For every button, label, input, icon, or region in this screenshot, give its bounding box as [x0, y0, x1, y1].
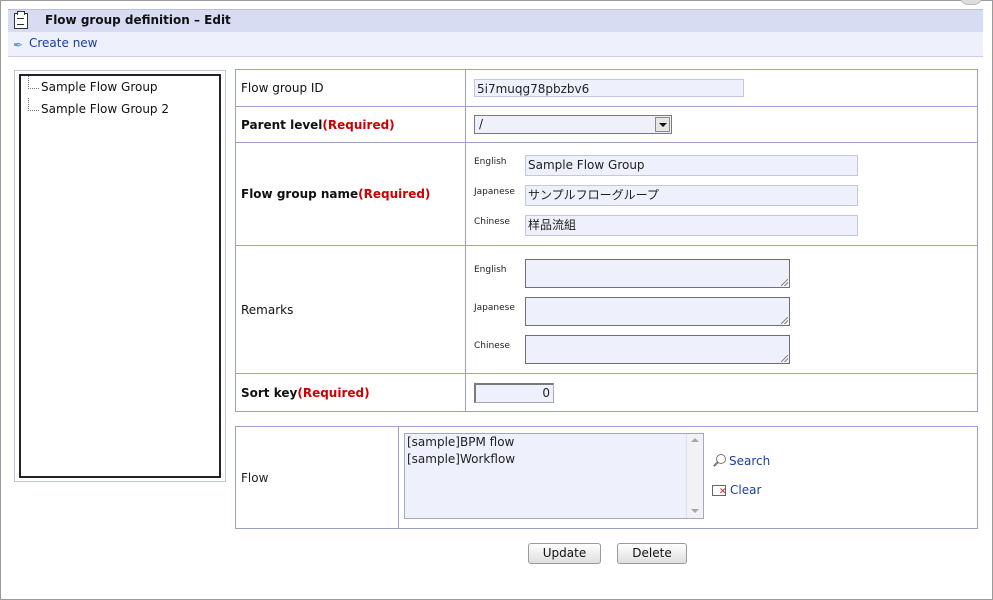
lang-label: English — [474, 264, 507, 275]
feather-icon: ✒ — [13, 38, 24, 52]
flow-group-form: Flow group ID 5i7muqg78pbzbv6 Parent lev… — [235, 69, 978, 412]
tree-item-label: Sample Flow Group 2 — [41, 102, 169, 116]
lang-label: Japanese — [474, 186, 515, 197]
sort-key-label-text: Sort key — [241, 385, 298, 400]
remarks-label-text: Remarks — [241, 302, 294, 317]
remarks-chinese-textarea[interactable] — [525, 334, 790, 364]
tree-list[interactable]: Sample Flow Group Sample Flow Group 2 — [19, 74, 221, 478]
lang-label: English — [474, 156, 507, 167]
lang-label: Chinese — [474, 216, 510, 227]
flow-section: Flow [sample]BPM flow [sample]Workflow S… — [235, 426, 978, 529]
clipboard-icon — [14, 11, 28, 29]
list-item[interactable]: [sample]Workflow — [405, 451, 703, 468]
sort-key-input[interactable]: 0 — [474, 382, 554, 403]
title-bar: Flow group definition – Edit — [8, 9, 983, 33]
name-japanese-row: Japanese サンプルフローグループ — [474, 181, 976, 211]
clear-icon — [712, 484, 727, 497]
tree-connector — [28, 98, 39, 111]
search-icon — [712, 454, 726, 468]
parent-level-label: Parent level(Required) — [235, 106, 466, 143]
name-japanese-field[interactable]: サンプルフローグループ — [525, 184, 858, 206]
delete-button[interactable]: Delete — [617, 543, 687, 564]
flow-group-id-label-text: Flow group ID — [241, 81, 324, 95]
flow-group-id-field[interactable]: 5i7muqg78pbzbv6 — [474, 79, 744, 97]
flow-group-id-label: Flow group ID — [235, 69, 466, 107]
scroll-knob[interactable] — [960, 0, 982, 5]
update-button[interactable]: Update — [528, 543, 601, 564]
name-chinese-field[interactable]: 样品流組 — [525, 214, 858, 236]
parent-level-select[interactable]: / — [474, 115, 672, 134]
remarks-japanese-textarea[interactable] — [525, 296, 790, 326]
tree-item[interactable]: Sample Flow Group — [21, 76, 219, 98]
toolbar: ✒ Create new — [8, 32, 983, 57]
remarks-label: Remarks — [235, 245, 466, 374]
tree-item[interactable]: Sample Flow Group 2 — [21, 98, 219, 120]
flow-group-name-label: Flow group name(Required) — [235, 142, 466, 246]
flow-listbox[interactable]: [sample]BPM flow [sample]Workflow — [404, 433, 704, 519]
required-marker: (Required) — [297, 385, 370, 400]
list-item[interactable]: [sample]BPM flow — [405, 434, 703, 451]
tree-item-label: Sample Flow Group — [41, 80, 158, 94]
scroll-up-icon[interactable] — [691, 438, 699, 442]
search-label: Search — [729, 454, 771, 468]
name-chinese-row: Chinese 样品流組 — [474, 211, 976, 241]
parent-level-value: / — [479, 117, 484, 131]
required-marker: (Required) — [322, 117, 395, 132]
name-english-row: English Sample Flow Group — [474, 151, 976, 181]
create-new-link[interactable]: ✒ Create new — [13, 36, 98, 51]
flow-label: Flow — [235, 426, 399, 529]
required-marker: (Required) — [358, 187, 431, 201]
lang-label: Chinese — [474, 340, 510, 351]
listbox-scrollbar[interactable] — [686, 434, 703, 518]
tree-connector — [28, 76, 39, 89]
scroll-down-icon[interactable] — [691, 509, 699, 513]
clear-button[interactable]: Clear — [712, 483, 761, 497]
name-english-field[interactable]: Sample Flow Group — [525, 154, 858, 176]
chevron-down-icon[interactable] — [655, 117, 670, 132]
create-new-label: Create new — [29, 36, 98, 50]
flow-label-text: Flow — [241, 470, 269, 485]
search-button[interactable]: Search — [712, 454, 770, 468]
parent-level-label-text: Parent level — [241, 117, 323, 132]
remarks-group: English Japanese Chinese — [474, 249, 976, 371]
flow-group-name-label-text: Flow group name — [241, 187, 359, 201]
page-title: Flow group definition – Edit — [45, 13, 231, 27]
tree-panel: Sample Flow Group Sample Flow Group 2 — [14, 70, 226, 482]
lang-label: Japanese — [474, 302, 515, 313]
clear-label: Clear — [730, 483, 762, 497]
remarks-english-textarea[interactable] — [525, 258, 790, 288]
sort-key-label: Sort key(Required) — [235, 373, 466, 412]
